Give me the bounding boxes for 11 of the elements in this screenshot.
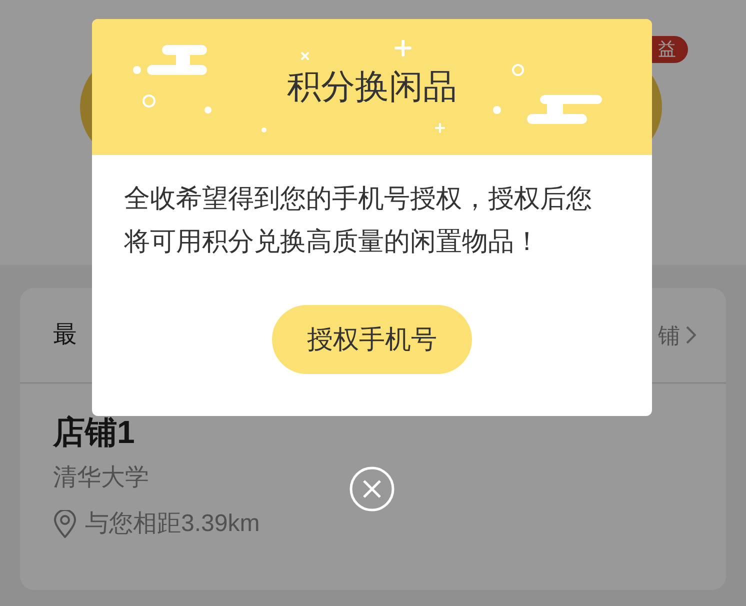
- authorize-button[interactable]: 授权手机号: [272, 305, 472, 374]
- shop-name: 店铺1: [53, 413, 135, 452]
- plus-icon: [434, 122, 446, 134]
- shop-location: 清华大学: [53, 463, 149, 493]
- section-title: 最: [53, 320, 77, 350]
- close-icon[interactable]: [349, 466, 395, 512]
- distance-text: 与您相距3.39km: [85, 509, 260, 539]
- chevron-right-icon: [686, 326, 696, 344]
- location-pin-icon: [53, 510, 77, 538]
- dialog-message: 全收希望得到您的手机号授权，授权后您将可用积分兑换高质量的闲置物品！: [124, 182, 593, 258]
- dialog-title: 积分换闲品: [287, 67, 457, 108]
